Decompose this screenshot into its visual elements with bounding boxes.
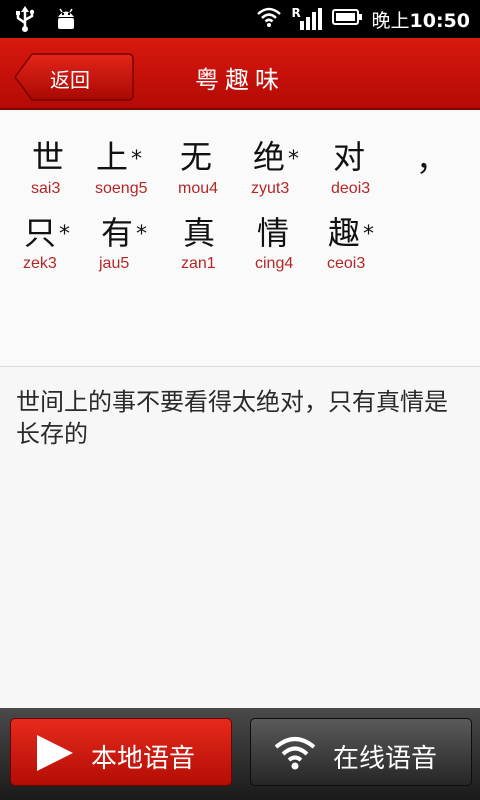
play-icon bbox=[37, 735, 73, 771]
word-pronunciation: zyut3 bbox=[251, 180, 290, 197]
header: 返回 粤趣味 bbox=[0, 38, 480, 110]
word-char: 只 bbox=[24, 214, 57, 252]
signal-roaming-icon: R bbox=[292, 6, 322, 32]
word-pronunciation-panel: 世 sai3 上 * soeng5 无 mou4 绝 * zyut3 对 deo… bbox=[0, 112, 480, 367]
status-bar: R 晚上10:50 bbox=[0, 0, 480, 38]
word-star-mark: * bbox=[131, 147, 142, 172]
word-pronunciation: cing4 bbox=[255, 255, 294, 272]
word-char: 情 bbox=[257, 214, 290, 252]
word-char: 真 bbox=[183, 214, 216, 252]
translation-text: 世间上的事不要看得太绝对，只有真情是长存的 bbox=[16, 388, 448, 448]
word-char: 趣 bbox=[328, 214, 361, 252]
word-char: 有 bbox=[101, 214, 134, 252]
online-voice-button[interactable]: 在线语音 bbox=[250, 718, 472, 786]
word-char: 绝 bbox=[253, 138, 286, 176]
wifi-icon bbox=[256, 6, 282, 32]
status-time: 晚上10:50 bbox=[372, 6, 471, 33]
word-char: 世 bbox=[32, 138, 65, 176]
word-pronunciation: jau5 bbox=[99, 255, 130, 272]
battery-icon bbox=[331, 8, 362, 30]
wifi-signal-icon bbox=[274, 737, 316, 770]
bottom-toolbar: 本地语音 在线语音 bbox=[0, 708, 480, 800]
status-time-prefix: 晚上 bbox=[371, 9, 410, 32]
local-voice-button[interactable]: 本地语音 bbox=[10, 718, 232, 786]
word-star-mark: * bbox=[363, 222, 374, 247]
word-star-mark: * bbox=[288, 147, 299, 172]
usb-icon bbox=[14, 6, 36, 36]
online-voice-label: 在线语音 bbox=[333, 744, 438, 774]
word-pronunciation: soeng5 bbox=[95, 180, 148, 197]
status-time-value: 10:50 bbox=[409, 9, 470, 32]
word-pronunciation: zek3 bbox=[23, 255, 57, 272]
word-pronunciation: zan1 bbox=[181, 255, 216, 272]
word-pronunciation: sai3 bbox=[31, 180, 61, 197]
word-char: 对 bbox=[333, 138, 366, 176]
word-star-mark: * bbox=[59, 222, 70, 247]
word-pronunciation: deoi3 bbox=[331, 180, 371, 197]
word-pronunciation: mou4 bbox=[178, 180, 219, 197]
word-punctuation: ， bbox=[416, 140, 449, 178]
word-char: 上 bbox=[96, 138, 129, 176]
word-pronunciation: ceoi3 bbox=[327, 255, 366, 272]
page-title: 粤趣味 bbox=[195, 66, 285, 94]
word-star-mark: * bbox=[136, 222, 147, 247]
word-char: 无 bbox=[180, 138, 213, 176]
local-voice-label: 本地语音 bbox=[91, 744, 196, 774]
android-icon bbox=[54, 6, 78, 36]
